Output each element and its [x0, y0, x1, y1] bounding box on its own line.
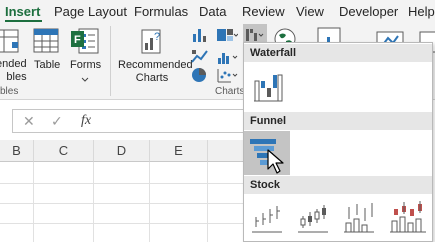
ribbon-separator — [110, 26, 111, 96]
waterfall-chart-icon — [246, 29, 264, 41]
volume-open-high-low-close-icon — [390, 201, 426, 233]
statistic-chart-button[interactable] — [216, 48, 238, 66]
insert-function-icon[interactable]: fx — [81, 113, 91, 129]
charts-group-label: Charts — [215, 86, 245, 97]
grid-line — [0, 183, 244, 184]
open-high-low-close-icon — [298, 205, 328, 233]
ribbon-tab-bar: Insert Page Layout Formulas Data Review … — [0, 0, 435, 22]
column-chart-icon — [193, 29, 206, 42]
recommended-charts-button[interactable]: ? Recommended Charts — [116, 26, 193, 86]
line-chart-icon — [191, 50, 208, 63]
column-header-f[interactable] — [208, 140, 248, 162]
mouse-cursor-icon — [267, 149, 284, 174]
formula-input[interactable] — [104, 109, 244, 133]
cancel-icon[interactable]: ✕ — [23, 113, 35, 130]
grid-line — [207, 162, 208, 242]
recommended-pivottables-label: ended bles — [0, 58, 27, 83]
hierarchy-chart-button[interactable] — [216, 26, 239, 44]
tab-help[interactable]: Help — [408, 4, 435, 19]
waterfall-chart-option[interactable] — [252, 69, 284, 103]
section-header-stock: Stock — [244, 176, 432, 194]
section-header-waterfall: Waterfall — [244, 44, 432, 62]
tab-insert[interactable]: Insert — [5, 4, 40, 19]
forms-label: Forms — [70, 59, 102, 71]
forms-button[interactable]: F Forms — [68, 26, 102, 88]
waterfall-funnel-stock-button[interactable] — [243, 24, 267, 44]
table-button[interactable]: Table — [30, 26, 62, 82]
grid-line — [33, 162, 34, 242]
volume-high-low-close-option[interactable] — [342, 199, 376, 235]
recommended-charts-icon: ? — [141, 29, 161, 54]
table-label: Table — [34, 59, 61, 71]
scatter-chart-icon — [217, 69, 238, 83]
table-icon — [33, 28, 59, 53]
tab-page-layout[interactable]: Page Layout — [54, 4, 127, 19]
svg-text:F: F — [74, 34, 81, 46]
column-header-d[interactable]: D — [94, 140, 150, 162]
svg-text:?: ? — [154, 31, 160, 43]
forms-icon: F — [71, 28, 99, 54]
tab-formulas[interactable]: Formulas — [134, 4, 188, 19]
open-high-low-close-option[interactable] — [296, 199, 330, 235]
grid-line — [0, 223, 244, 224]
column-header-c[interactable]: C — [34, 140, 94, 162]
grid-line — [93, 162, 94, 242]
tables-group-label: bles — [0, 86, 19, 97]
pie-chart-icon — [192, 68, 206, 82]
scatter-chart-button[interactable] — [216, 66, 238, 84]
high-low-close-option[interactable] — [250, 199, 284, 235]
volume-open-high-low-close-option[interactable] — [388, 199, 428, 235]
pie-chart-button[interactable] — [190, 66, 210, 84]
chevron-down-icon — [81, 77, 89, 82]
volume-high-low-close-icon — [344, 203, 374, 233]
tab-developer[interactable]: Developer — [339, 4, 398, 19]
recommended-charts-label: Recommended Charts — [118, 59, 193, 84]
line-chart-button[interactable] — [190, 48, 210, 66]
tab-review[interactable]: Review — [242, 4, 285, 19]
hierarchy-chart-icon — [217, 29, 239, 41]
grid-line — [0, 203, 244, 204]
column-header-b[interactable]: B — [0, 140, 34, 162]
chart-type-dropdown: Waterfall Funnel Stock — [243, 42, 433, 242]
pivottable-icon — [0, 29, 19, 53]
statistic-chart-icon — [218, 53, 238, 64]
grid-line — [149, 162, 150, 242]
column-chart-button[interactable] — [190, 26, 210, 44]
section-header-funnel: Funnel — [244, 112, 432, 130]
high-low-close-icon — [252, 206, 282, 233]
funnel-chart-option[interactable] — [244, 131, 290, 175]
tab-data[interactable]: Data — [199, 4, 226, 19]
column-header-e[interactable]: E — [150, 140, 208, 162]
tab-view[interactable]: View — [296, 4, 324, 19]
formula-bar-controls: ✕ ✓ fx — [12, 109, 108, 133]
waterfall-chart-icon — [254, 74, 283, 102]
enter-icon[interactable]: ✓ — [51, 113, 63, 130]
